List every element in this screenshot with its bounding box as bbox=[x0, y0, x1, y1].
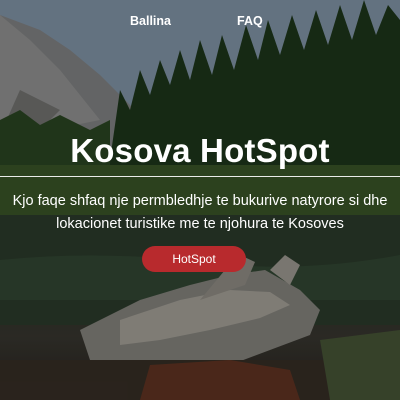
nav-link-ballina[interactable]: Ballina bbox=[130, 14, 171, 28]
title-divider bbox=[0, 176, 400, 177]
nav-link-faq[interactable]: FAQ bbox=[237, 14, 263, 28]
hotspot-button[interactable]: HotSpot bbox=[142, 246, 246, 272]
top-navigation: Ballina FAQ bbox=[0, 14, 400, 30]
hero-section: Ballina FAQ Kosova HotSpot Kjo faqe shfa… bbox=[0, 0, 400, 400]
hero-description: Kjo faqe shfaq nje permbledhje te bukuri… bbox=[12, 193, 388, 232]
page-title: Kosova HotSpot bbox=[70, 132, 330, 169]
